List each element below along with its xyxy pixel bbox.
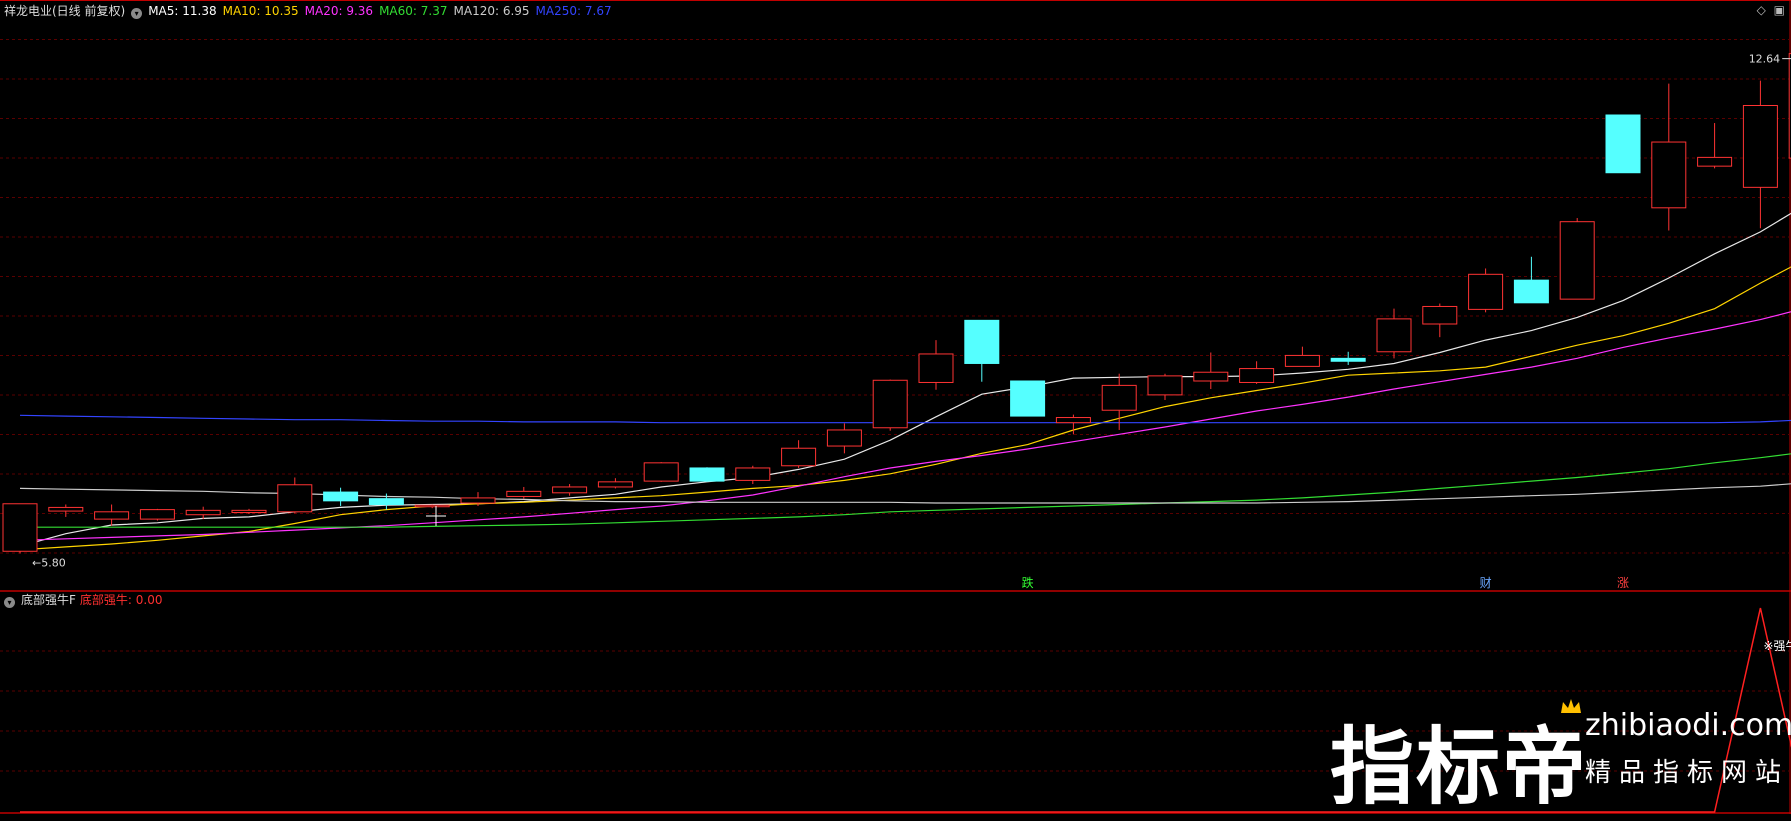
candle-body-up: [1376, 318, 1412, 353]
candle-body-up: [826, 429, 862, 447]
price-panel-header: 祥龙电业(日线 前复权) ▾ MA5: 11.38 MA10: 10.35 MA20: …: [4, 2, 624, 20]
candle-body-up: [139, 509, 175, 520]
candle-body-up: [1697, 156, 1733, 167]
candle-body-up: [781, 447, 817, 467]
stock-title: 祥龙电业(日线 前复权): [4, 4, 126, 18]
candle-body-up: [1239, 368, 1275, 383]
candle-body-up: [872, 379, 908, 429]
candle[interactable]: [1559, 218, 1595, 300]
min-price-label: ←5.80: [32, 556, 66, 569]
crown-icon: [1560, 698, 1582, 714]
indicator-panel-header: ▾ 底部强牛F 底部强牛: 0.00: [4, 591, 168, 609]
candle-body-up: [460, 497, 496, 504]
candle-body-up: [1468, 273, 1504, 310]
square-icon[interactable]: ▣: [1774, 3, 1785, 17]
candle-body-up: [1101, 384, 1137, 411]
indicator-value: 底部强牛: 0.00: [79, 593, 163, 607]
toggle-icon[interactable]: ▾: [131, 8, 143, 19]
signal-label: ※强牛信号: [1763, 638, 1791, 653]
candle-body-up: [2, 503, 38, 552]
candle[interactable]: [1605, 114, 1641, 174]
indicator-name: 底部强牛F: [21, 593, 76, 607]
candle-body-down: [1605, 114, 1641, 174]
watermark-tagline: 精品指标网站: [1585, 758, 1790, 788]
diamond-icon[interactable]: ◇: [1757, 3, 1766, 17]
candle-body-up: [552, 486, 588, 494]
candle-body-up: [48, 506, 84, 512]
candle-body-down: [1330, 357, 1366, 362]
candle[interactable]: [1468, 268, 1504, 313]
candle-body-down: [1010, 380, 1046, 417]
candle-body-up: [643, 462, 679, 482]
panel-controls: ◇ ▣: [1757, 3, 1785, 17]
candle-body-down: [368, 498, 404, 505]
candle[interactable]: [643, 462, 679, 482]
watermark-domain: zhibiaodi.com: [1585, 708, 1791, 743]
candle-body-down: [689, 467, 725, 482]
candle-body-up: [735, 467, 771, 481]
candle-body-up: [185, 509, 221, 516]
candle-body-up: [1422, 305, 1458, 325]
candle[interactable]: [1010, 380, 1046, 417]
max-price-label: 12.64: [1749, 53, 1781, 66]
candle[interactable]: [872, 379, 908, 431]
event-marker: 财: [1480, 576, 1492, 590]
watermark-logo: 指标帝: [1330, 718, 1589, 816]
candle[interactable]: [689, 467, 725, 482]
candle-body-up: [1559, 221, 1595, 300]
event-marker: 涨: [1617, 575, 1629, 590]
candle-body-up: [1147, 375, 1183, 396]
ma-legend-item: MA20: 9.36: [304, 4, 374, 18]
candle-body-up: [94, 511, 130, 520]
candlestick-chart[interactable]: 12.64 ←5.80 跌 财 涨 ※强牛信号: [0, 0, 1791, 814]
ma-legend: MA5: 11.38 MA10: 10.35 MA20: 9.36 MA60: 7.3…: [148, 4, 617, 18]
event-marker: 跌: [1022, 575, 1034, 590]
candle-body-up: [414, 504, 450, 508]
candle-body-up: [1193, 371, 1229, 382]
ma-legend-item: MA60: 7.37: [379, 4, 448, 18]
candle-body-down: [964, 319, 1000, 364]
toggle-icon[interactable]: ▾: [4, 597, 15, 608]
candle[interactable]: [139, 508, 175, 521]
candle-body-up: [1742, 105, 1778, 188]
ma-legend-item: MA120: 6.95: [453, 4, 530, 18]
ma-legend-item: MA250: 7.67: [535, 4, 612, 18]
candle-body-down: [1513, 279, 1549, 304]
ma-legend-item: MA10: 10.35: [222, 4, 299, 18]
candle[interactable]: [2, 503, 38, 554]
ma-legend-item: MA5: 11.38: [148, 4, 217, 18]
candle-body-up: [1055, 417, 1091, 424]
candle-body-up: [1284, 354, 1320, 367]
candle-body-up: [597, 481, 633, 488]
candle-body-up: [506, 490, 542, 497]
candle-body-up: [1651, 141, 1687, 209]
candle-body-down: [323, 491, 359, 502]
candle-body-up: [277, 484, 313, 513]
candle-body-up: [231, 509, 267, 514]
candle-body-up: [918, 353, 954, 383]
